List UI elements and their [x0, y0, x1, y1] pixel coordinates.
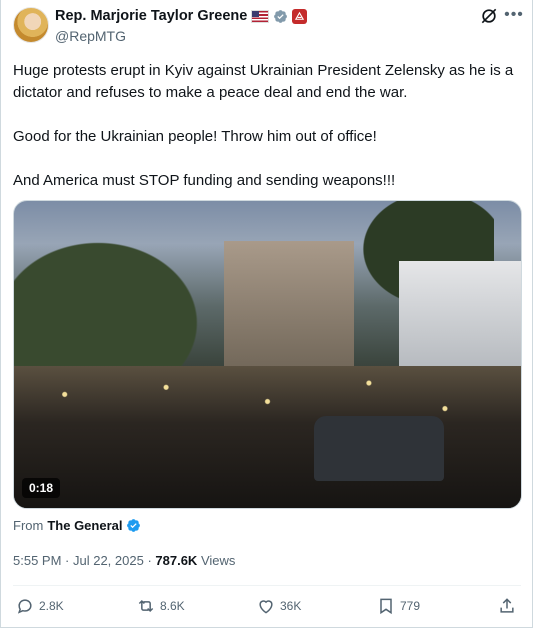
- avatar[interactable]: [13, 7, 49, 43]
- tweet-paragraph: And America must STOP funding and sendin…: [13, 172, 396, 189]
- bookmark-icon: [380, 598, 392, 615]
- tweet-text: Huge protests erupt in Kyiv against Ukra…: [13, 60, 525, 214]
- like-count: 36K: [280, 599, 302, 613]
- like-icon: [259, 600, 273, 614]
- reply-count: 2.8K: [39, 599, 64, 613]
- video-duration: 0:18: [22, 478, 61, 498]
- video-player[interactable]: 0:18: [13, 200, 522, 509]
- bookmark-count: 779: [400, 599, 421, 613]
- like-button[interactable]: 36K: [256, 596, 301, 616]
- video-scene-building: [224, 241, 354, 381]
- video-scene-car: [314, 416, 444, 481]
- tweet-card: Rep. Marjorie Taylor Greene @RepMTG ••• …: [0, 0, 533, 628]
- author-handle[interactable]: @RepMTG: [55, 28, 126, 44]
- share-icon: [500, 598, 514, 613]
- tweet-paragraph: Good for the Ukrainian people! Throw him…: [13, 128, 377, 145]
- author-display-name[interactable]: Rep. Marjorie Taylor Greene: [55, 8, 247, 24]
- source-prefix: From: [13, 518, 44, 533]
- more-icon[interactable]: •••: [504, 6, 524, 26]
- repost-button[interactable]: 8.6K: [136, 596, 185, 616]
- views-label: Views: [200, 553, 236, 568]
- us-flag-icon: [251, 9, 270, 23]
- tweet-date[interactable]: Jul 22, 2025: [73, 553, 144, 568]
- views-count: 787.6K: [155, 553, 198, 568]
- source-name[interactable]: The General: [47, 518, 122, 533]
- share-button[interactable]: [497, 596, 517, 616]
- tweet-meta: 5:55 PM · Jul 22, 2025 · 787.6K Views: [13, 553, 235, 568]
- grok-icon[interactable]: [479, 6, 499, 26]
- tweet-paragraph: Huge protests erupt in Kyiv against Ukra…: [13, 62, 514, 101]
- repost-icon: [138, 599, 154, 613]
- meta-separator: ·: [61, 553, 73, 568]
- action-bar: 2.8K 8.6K 36K 779: [13, 596, 521, 620]
- reply-icon: [17, 599, 32, 614]
- author-name-row: Rep. Marjorie Taylor Greene: [55, 8, 308, 24]
- tweet-time[interactable]: 5:55 PM: [13, 553, 61, 568]
- bookmark-button[interactable]: 779: [376, 596, 420, 616]
- video-scene-building: [399, 261, 521, 371]
- divider: [13, 585, 521, 586]
- meta-separator: ·: [143, 553, 156, 568]
- blue-verified-icon: [127, 519, 141, 532]
- affiliation-badge-icon[interactable]: [292, 8, 308, 24]
- gray-verified-icon[interactable]: [273, 9, 288, 24]
- video-scene-crowd: [14, 366, 521, 508]
- source-attribution: From The General: [13, 518, 141, 533]
- reply-button[interactable]: 2.8K: [15, 596, 64, 616]
- repost-count: 8.6K: [160, 599, 185, 613]
